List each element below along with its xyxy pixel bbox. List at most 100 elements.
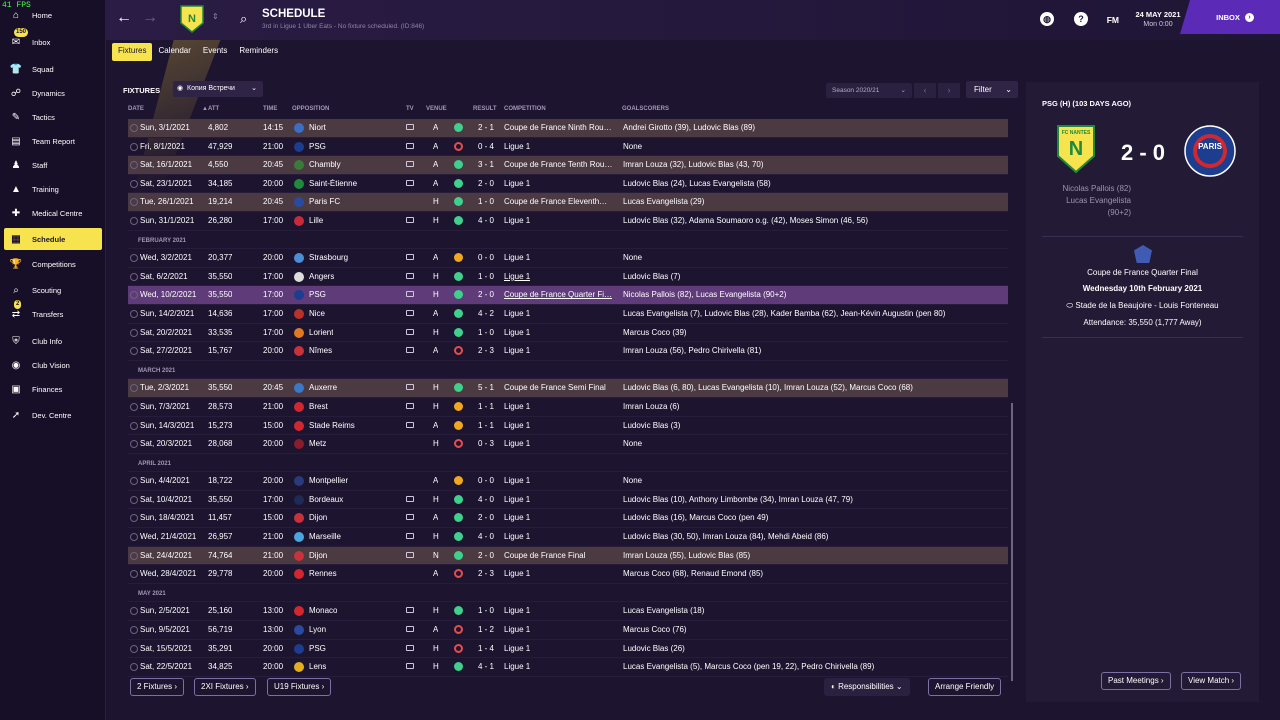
fixture-result[interactable]: 1 - 1	[478, 421, 494, 430]
fixture-opposition[interactable]: Lille	[309, 216, 323, 225]
fixture-competition[interactable]: Ligue 1	[504, 495, 530, 504]
col-opposition[interactable]: OPPOSITION	[292, 106, 329, 112]
forward-arrow-icon[interactable]: →	[142, 9, 158, 27]
responsibilities-button[interactable]: ◐ Responsibilities ⌄	[824, 678, 910, 696]
col-competition[interactable]: COMPETITION	[504, 106, 546, 112]
table-row[interactable]: Sun, 31/1/2021 26,280 17:00 Lille H 4 - 0 Ligu…	[128, 212, 1008, 231]
table-row[interactable]: Sun, 7/3/2021 28,573 21:00 Brest H 1 - 1 Ligue…	[128, 398, 1008, 417]
fixture-opposition[interactable]: Strasbourg	[309, 253, 348, 262]
table-row[interactable]: Sun, 14/3/2021 15,273 15:00 Stade Reims A 1 -…	[128, 417, 1008, 436]
fixtures-count-button[interactable]: 2 Fixtures ›	[130, 678, 185, 696]
fixture-opposition[interactable]: PSG	[309, 644, 326, 653]
fixture-competition[interactable]: Ligue 1	[504, 421, 530, 430]
tab-fixtures[interactable]: Fixtures	[112, 43, 153, 61]
fixture-result[interactable]: 2 - 0	[478, 179, 494, 188]
fixture-opposition[interactable]: Marseille	[309, 532, 341, 541]
fixture-opposition[interactable]: Monaco	[309, 606, 337, 615]
table-row[interactable]: Wed, 3/2/2021 20,377 20:00 Strasbourg A 0 - 0…	[128, 249, 1008, 268]
fixture-competition[interactable]: Ligue 1	[504, 402, 530, 411]
sidebar-item-medical-centre[interactable]: ✚ Medical Centre	[4, 202, 102, 224]
table-row[interactable]: Sat, 16/1/2021 4,550 20:45 Chambly A 3 - 1 Cou…	[128, 156, 1008, 175]
season-prev-button[interactable]: ‹	[914, 83, 936, 98]
table-row[interactable]: Sun, 2/5/2021 25,160 13:00 Monaco H 1 - 0 Ligu…	[128, 602, 1008, 622]
fixture-opposition[interactable]: Nice	[309, 309, 325, 318]
u19-fixtures-button[interactable]: U19 Fixtures ›	[267, 678, 332, 696]
table-row[interactable]: Tue, 2/3/2021 35,550 20:45 Auxerre H 5 - 1 Cou…	[128, 379, 1008, 398]
table-row[interactable]: Sat, 24/4/2021 74,764 21:00 Dijon N 2 - 0 Coup…	[128, 546, 1008, 566]
fixture-result[interactable]: 2 - 3	[478, 569, 494, 578]
fixture-opposition[interactable]: Rennes	[309, 569, 337, 578]
fixture-opposition[interactable]: Paris FC	[309, 197, 340, 206]
season-dropdown[interactable]: Season 2020/21 ⌄	[826, 83, 912, 98]
fixture-opposition[interactable]: Nîmes	[309, 346, 332, 355]
fixture-result[interactable]: 1 - 1	[478, 402, 494, 411]
world-icon[interactable]: ◍	[1040, 12, 1054, 26]
back-arrow-icon[interactable]: ←	[116, 9, 132, 27]
table-row[interactable]: Sun, 14/2/2021 14,636 17:00 Nice A 4 - 2 Ligue…	[128, 305, 1008, 324]
col-result[interactable]: RESULT	[473, 106, 497, 112]
sidebar-item-club-info[interactable]: ⛨ Club Info	[4, 330, 102, 352]
sidebar-item-tactics[interactable]: ✎ Tactics	[4, 106, 102, 128]
fixture-result[interactable]: 4 - 0	[478, 532, 494, 541]
fm-menu[interactable]: FM	[1107, 15, 1119, 25]
fixture-result[interactable]: 2 - 0	[478, 290, 494, 299]
fixture-competition[interactable]: Ligue 1	[504, 328, 530, 337]
fixture-opposition[interactable]: Stade Reims	[309, 421, 355, 430]
table-row[interactable]: Sat, 20/3/2021 28,068 20:00 Metz H 0 - 3 Ligue…	[128, 435, 1008, 454]
sidebar-item-schedule[interactable]: ▦ Schedule	[4, 228, 102, 250]
col-venue[interactable]: VENUE	[426, 106, 447, 112]
fixture-opposition[interactable]: Auxerre	[309, 383, 337, 392]
table-row[interactable]: Sat, 27/2/2021 15,767 20:00 Nîmes A 2 - 3 Ligu…	[128, 342, 1008, 361]
fixture-competition[interactable]: Ligue 1	[504, 216, 530, 225]
fixture-result[interactable]: 5 - 1	[478, 383, 494, 392]
psg-badge-icon[interactable]: PARIS	[1184, 125, 1236, 177]
fixture-result[interactable]: 2 - 3	[478, 346, 494, 355]
season-next-button[interactable]: ›	[938, 83, 960, 98]
fixture-competition[interactable]: Ligue 1	[504, 309, 530, 318]
filter-button[interactable]: Filter ⌄	[966, 81, 1018, 98]
fixture-competition[interactable]: Ligue 1	[504, 476, 530, 485]
col-date[interactable]: DATE	[128, 106, 144, 112]
fixture-result[interactable]: 2 - 0	[478, 551, 494, 560]
fixture-result[interactable]: 4 - 2	[478, 309, 494, 318]
fixture-result[interactable]: 1 - 0	[478, 272, 494, 281]
fixture-competition[interactable]: Coupe de France Semi Final	[504, 383, 606, 392]
fixture-opposition[interactable]: Metz	[309, 439, 326, 448]
fixture-result[interactable]: 0 - 4	[478, 142, 494, 151]
table-row[interactable]: Sun, 18/4/2021 11,457 15:00 Dijon A 2 - 0 Ligu…	[128, 509, 1008, 529]
fixture-result[interactable]: 1 - 2	[478, 625, 494, 634]
fixture-competition[interactable]: Ligue 1	[504, 439, 530, 448]
fixture-result[interactable]: 3 - 1	[478, 160, 494, 169]
sidebar-item-finances[interactable]: ▣ Finances	[4, 378, 102, 400]
table-row[interactable]: Sat, 15/5/2021 35,291 20:00 PSG H 1 - 4 Ligue …	[128, 640, 1008, 659]
fixture-opposition[interactable]: Bordeaux	[309, 495, 343, 504]
date-display[interactable]: 24 MAY 2021 Mon 0:00	[1128, 10, 1188, 28]
fixture-result[interactable]: 4 - 0	[478, 216, 494, 225]
help-icon[interactable]: ?	[1074, 12, 1088, 26]
fixture-competition[interactable]: Coupe de France Quarter Fi…	[504, 290, 612, 299]
table-row[interactable]: Sat, 6/2/2021 35,550 17:00 Angers H 1 - 0 Ligu…	[128, 268, 1008, 287]
fixture-opposition[interactable]: Niort	[309, 123, 326, 132]
fixture-result[interactable]: 2 - 0	[478, 513, 494, 522]
sidebar-item-transfers[interactable]: ⇄ 2 Transfers	[4, 300, 102, 325]
sidebar-item-inbox[interactable]: ✉ 150 Inbox	[4, 28, 102, 53]
fixture-competition[interactable]: Ligue 1	[504, 644, 530, 653]
fixture-result[interactable]: 1 - 4	[478, 644, 494, 653]
col-goalscorers[interactable]: GOALSCORERS	[622, 106, 669, 112]
arrange-friendly-button[interactable]: Arrange Friendly	[928, 678, 1002, 696]
table-row[interactable]: Sat, 23/1/2021 34,185 20:00 Saint-Étienne A 2…	[128, 175, 1008, 194]
fixture-competition[interactable]: Coupe de France Eleventh…	[504, 197, 607, 206]
fixture-opposition[interactable]: Montpellier	[309, 476, 348, 485]
table-row[interactable]: Sun, 4/4/2021 18,722 20:00 Montpellier A 0 - …	[128, 472, 1008, 491]
fixture-competition[interactable]: Ligue 1	[504, 532, 530, 541]
fixture-opposition[interactable]: Lorient	[309, 328, 333, 337]
fixture-competition[interactable]: Coupe de France Final	[504, 551, 585, 560]
fixture-competition[interactable]: Ligue 1	[504, 606, 530, 615]
fixture-opposition[interactable]: Saint-Étienne	[309, 179, 357, 188]
fixture-competition[interactable]: Ligue 1	[504, 625, 530, 634]
fixture-opposition[interactable]: Chambly	[309, 160, 341, 169]
table-row[interactable]: Wed, 28/4/2021 29,778 20:00 Rennes A 2 - 3 Lig…	[128, 565, 1008, 584]
fixture-competition[interactable]: Coupe de France Ninth Rou…	[504, 123, 612, 132]
table-row[interactable]: Sat, 20/2/2021 33,535 17:00 Lorient H 1 - 0 Li…	[128, 324, 1008, 343]
fixture-result[interactable]: 4 - 0	[478, 495, 494, 504]
